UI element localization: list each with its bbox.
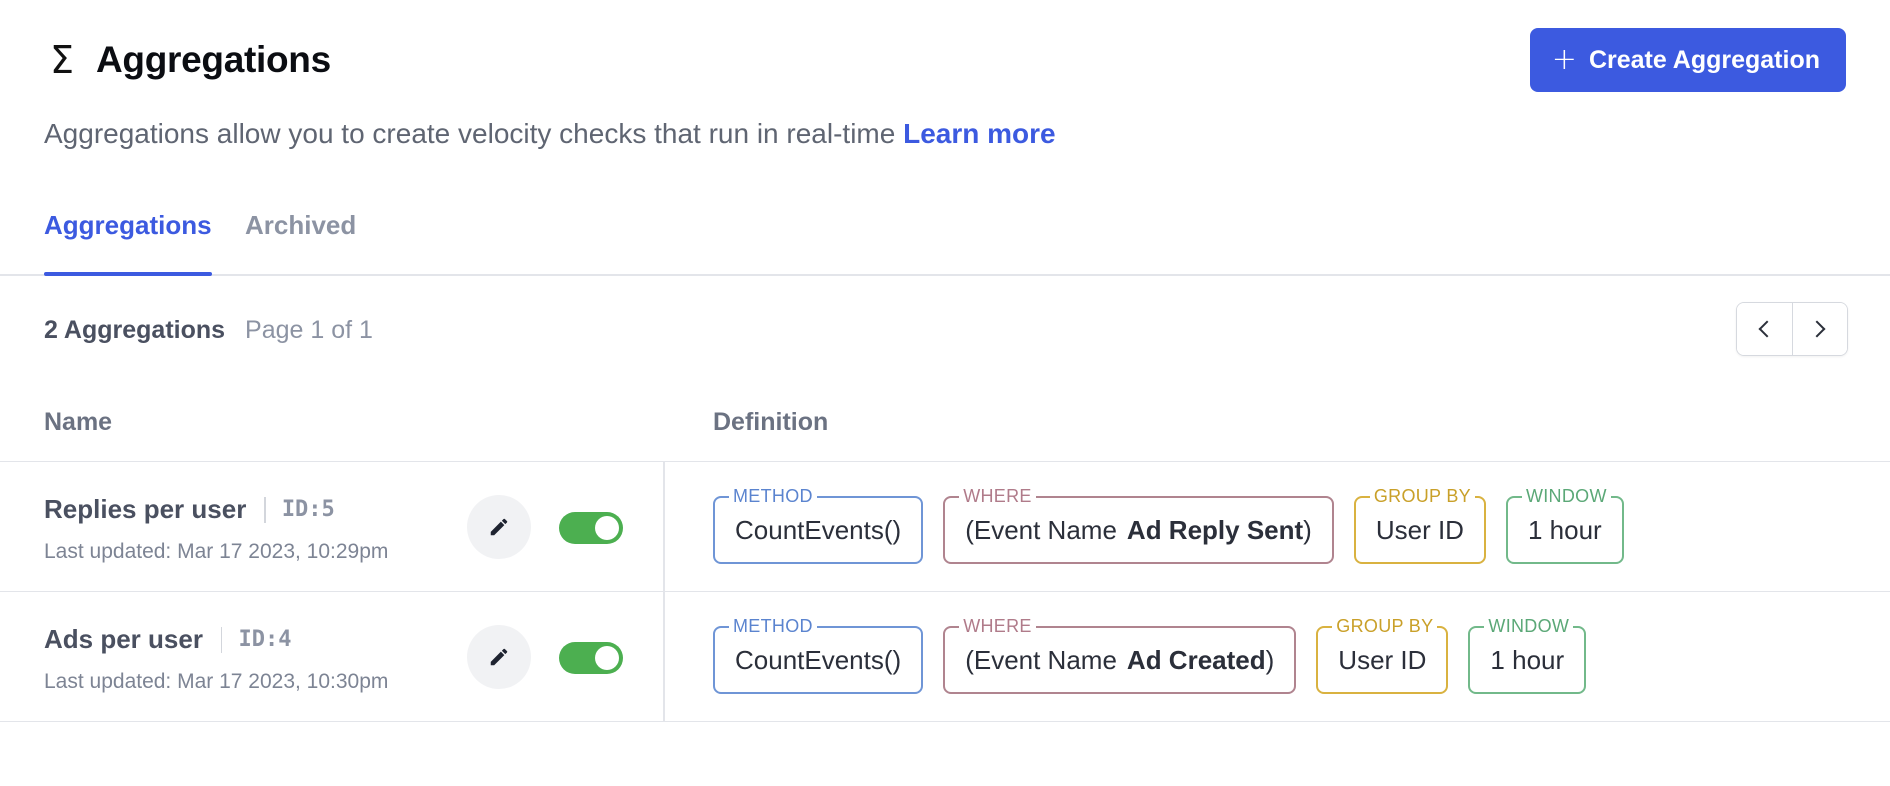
name-id-separator	[264, 496, 266, 523]
method-value: CountEvents()	[735, 514, 902, 545]
last-updated: Last updated: Mar 17 2023, 10:29pm	[44, 540, 389, 563]
tab-aggregations[interactable]: Aggregations	[44, 210, 212, 276]
where-chip: WHERE (Event Name Ad Reply Sent )	[943, 486, 1334, 564]
where-event: Ad Created	[1126, 644, 1266, 675]
table-row: Replies per user ID:5 Last updated: Mar …	[0, 462, 1890, 592]
edit-button[interactable]	[467, 495, 531, 559]
page-title: Aggregations	[96, 39, 331, 80]
name-id-separator	[220, 626, 223, 653]
method-value: CountEvents()	[735, 644, 902, 675]
group-by-value: User ID	[1338, 644, 1427, 675]
window-value: 1 hour	[1490, 644, 1565, 675]
column-divider	[663, 462, 665, 592]
page-description: Aggregations allow you to create velocit…	[44, 118, 1056, 150]
where-suffix: )	[1303, 514, 1312, 545]
create-aggregation-button[interactable]: + Create Aggregation	[1529, 28, 1846, 92]
where-prefix: (Event Name	[965, 514, 1117, 545]
toggle-knob	[595, 516, 619, 540]
table-header: Name Definition	[0, 400, 1890, 462]
window-label: WINDOW	[1484, 616, 1574, 636]
pencil-icon	[490, 648, 508, 666]
aggregation-id: ID:5	[281, 497, 335, 522]
group-by-value: User ID	[1375, 514, 1464, 545]
table-row: Ads per user ID:4 Last updated: Mar 17 2…	[0, 592, 1890, 722]
pencil-icon	[490, 518, 508, 536]
aggregation-name[interactable]: Ads per user	[44, 624, 203, 655]
results-summary: 2 Aggregations Page 1 of 1	[44, 316, 373, 345]
edit-button[interactable]	[467, 625, 531, 689]
previous-page-button[interactable]	[1737, 303, 1792, 355]
column-header-definition: Definition	[713, 408, 829, 436]
group-by-label: GROUP BY	[1369, 486, 1475, 506]
sigma-icon: Σ	[49, 38, 74, 82]
chevron-right-icon	[1808, 320, 1826, 338]
chevron-left-icon	[1758, 320, 1776, 338]
where-label: WHERE	[959, 616, 1036, 636]
window-label: WINDOW	[1521, 486, 1611, 506]
last-updated: Last updated: Mar 17 2023, 10:30pm	[44, 670, 389, 693]
window-value: 1 hour	[1527, 514, 1602, 545]
group-by-label: GROUP BY	[1332, 616, 1438, 636]
aggregation-name-line: Ads per user ID:4	[44, 624, 291, 655]
column-header-name: Name	[44, 408, 113, 436]
where-prefix: (Event Name	[965, 644, 1117, 675]
method-chip: METHOD CountEvents()	[713, 616, 924, 694]
enabled-toggle[interactable]	[559, 642, 623, 674]
enabled-toggle[interactable]	[559, 512, 623, 544]
toggle-knob	[595, 646, 619, 670]
method-label: METHOD	[729, 616, 817, 636]
group-by-chip: GROUP BY User ID	[1353, 486, 1486, 564]
tab-bar: Aggregations Archived	[0, 200, 1890, 276]
page-indicator: Page 1 of 1	[245, 316, 373, 344]
method-label: METHOD	[729, 486, 817, 506]
next-page-button[interactable]	[1791, 303, 1847, 355]
where-event: Ad Reply Sent	[1126, 514, 1304, 545]
where-chip: WHERE (Event Name Ad Created )	[943, 616, 1297, 694]
learn-more-link[interactable]: Learn more	[903, 118, 1056, 149]
create-aggregation-label: Create Aggregation	[1588, 45, 1820, 74]
window-chip: WINDOW 1 hour	[1505, 486, 1624, 564]
plus-icon: +	[1551, 42, 1577, 77]
method-chip: METHOD CountEvents()	[713, 486, 924, 564]
aggregation-name[interactable]: Replies per user	[44, 494, 246, 525]
definition-chips: METHOD CountEvents() WHERE (Event Name A…	[713, 486, 1644, 564]
description-text: Aggregations allow you to create velocit…	[44, 118, 896, 149]
group-by-chip: GROUP BY User ID	[1316, 616, 1449, 694]
tab-archived[interactable]: Archived	[245, 210, 356, 274]
aggregation-name-line: Replies per user ID:5	[44, 494, 335, 525]
page-header: Σ Aggregations + Create Aggregation	[44, 28, 1846, 92]
aggregation-count: 2 Aggregations	[44, 316, 226, 344]
window-chip: WINDOW 1 hour	[1468, 616, 1587, 694]
where-suffix: )	[1265, 644, 1275, 675]
pagination	[1736, 302, 1848, 356]
column-divider	[663, 592, 665, 722]
definition-chips: METHOD CountEvents() WHERE (Event Name A…	[713, 616, 1606, 694]
aggregations-page: Σ Aggregations + Create Aggregation Aggr…	[0, 0, 1890, 786]
where-label: WHERE	[959, 486, 1036, 506]
aggregation-id: ID:4	[238, 627, 292, 652]
